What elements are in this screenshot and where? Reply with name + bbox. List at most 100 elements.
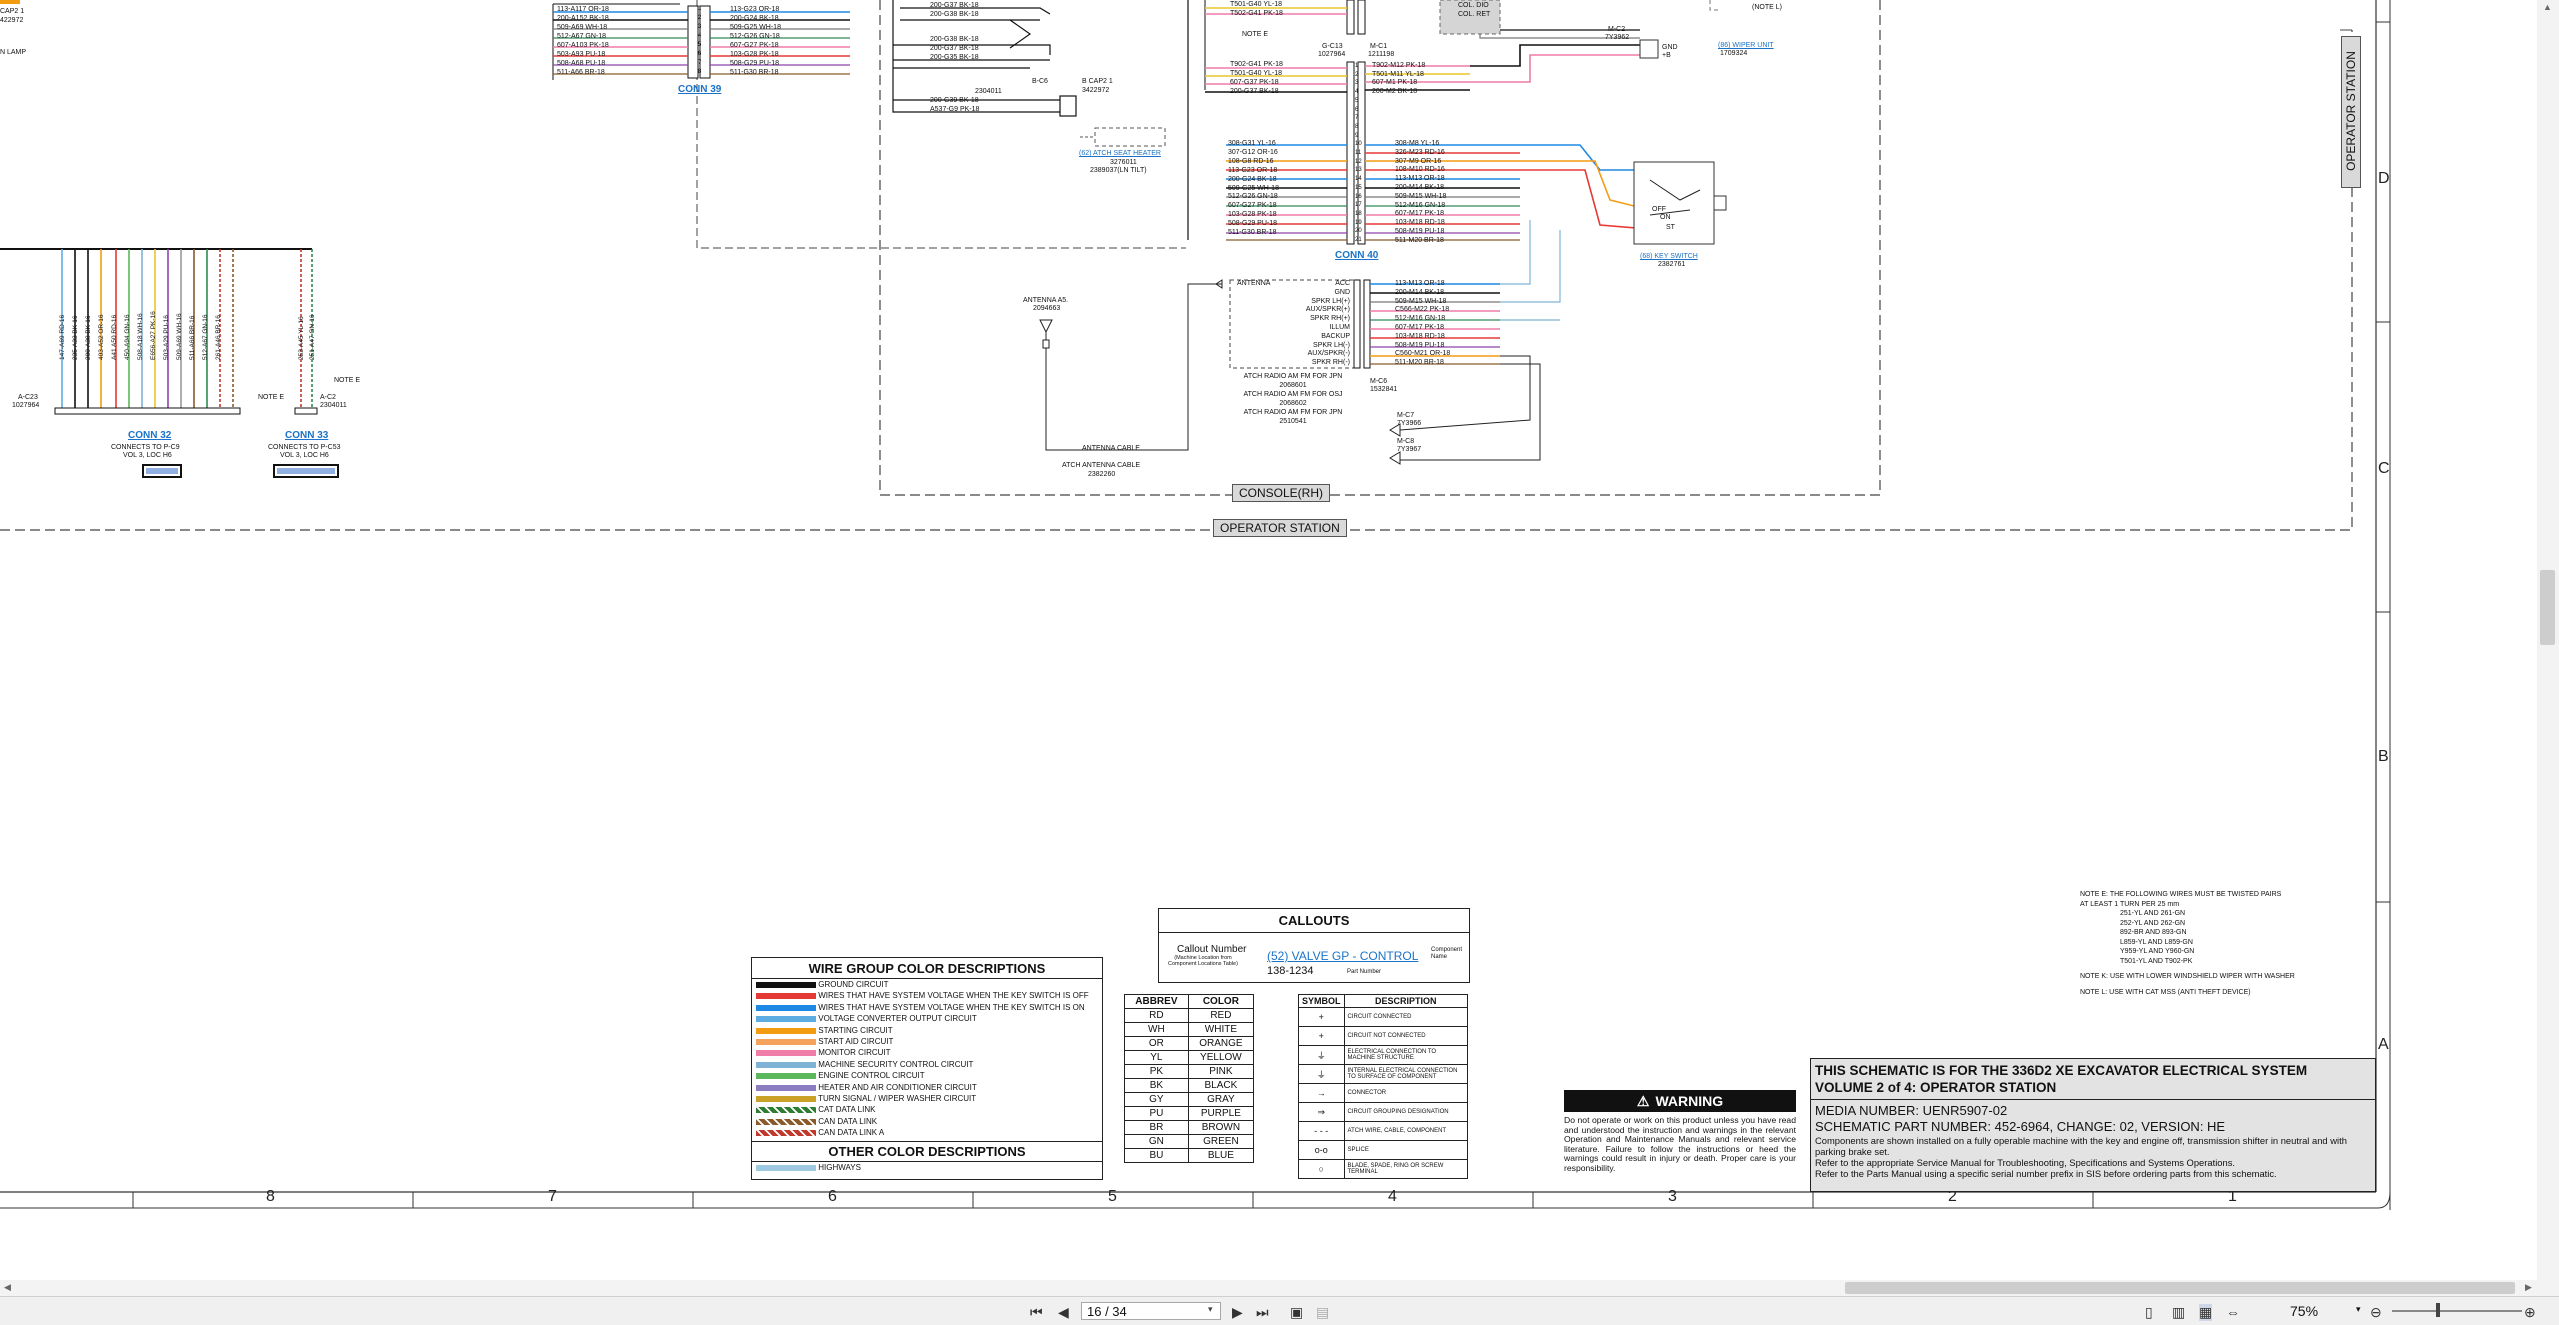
last-page-icon[interactable]: ⏭ bbox=[1256, 1304, 1269, 1321]
scroll-right-icon[interactable]: ▶ bbox=[2525, 1282, 2532, 1293]
radio-wire-labels: 113-M13 OR-18 200-M14 BK-18 509-M15 WH-18 C… bbox=[1395, 280, 1451, 367]
table-row: PK PINK bbox=[1124, 1064, 1255, 1079]
table-row: GY GRAY bbox=[1124, 1092, 1255, 1107]
table-row: BU BLUE bbox=[1124, 1148, 1255, 1163]
title-desc-2: Refer to the appropriate Service Manual … bbox=[1815, 1157, 2236, 1168]
operator-station-side-label: OPERATOR STATION bbox=[2344, 51, 2358, 171]
table-row: → CONNECTOR bbox=[1298, 1083, 1469, 1103]
scroll-left-icon[interactable]: ◀ bbox=[4, 1282, 11, 1293]
prev-page-icon[interactable]: ◀ bbox=[1058, 1304, 1069, 1321]
gnd-label: GND bbox=[1662, 44, 1678, 51]
fit-page-icon[interactable]: ⇔ bbox=[2226, 1304, 2240, 1320]
table-row: PU PURPLE bbox=[1124, 1106, 1255, 1121]
wire-legend-item: MONITOR CIRCUIT bbox=[756, 1047, 1102, 1058]
vertical-scrollbar[interactable]: ▲ bbox=[2537, 0, 2559, 1280]
ac23-label: A-C23 bbox=[18, 394, 38, 401]
wire-legend-item: CAN DATA LINK bbox=[756, 1116, 1102, 1127]
continuous-page-icon[interactable]: ▥ bbox=[2172, 1304, 2185, 1321]
next-page-icon[interactable]: ▶ bbox=[1232, 1304, 1243, 1321]
seat-heater-link[interactable]: (62) ATCH SEAT HEATER bbox=[1079, 150, 1161, 158]
wire-legend-item: START AID CIRCUIT bbox=[756, 1036, 1102, 1047]
mc8-pn: 7Y3967 bbox=[1397, 446, 1422, 453]
zoom-dropdown-chevron-icon[interactable]: ▾ bbox=[2356, 1304, 2361, 1315]
title-line-1: THIS SCHEMATIC IS FOR THE 336D2 XE EXCAV… bbox=[1815, 1063, 2308, 1078]
col-ret-label: COL. RET bbox=[1458, 11, 1491, 18]
title-desc-1: Components are shown installed on a full… bbox=[1815, 1135, 2347, 1157]
key-switch-link[interactable]: (68) KEY SWITCH bbox=[1640, 253, 1698, 261]
wire-legend-item: CAN DATA LINK A bbox=[756, 1127, 1102, 1138]
operator-station-boundary bbox=[0, 30, 2353, 531]
gc13-pn: 1027964 bbox=[1318, 51, 1346, 58]
ac2-label: A-C2 bbox=[320, 394, 336, 401]
mc2-pn: 7Y3962 bbox=[1605, 34, 1630, 41]
table-row: o-o SPLICE bbox=[1298, 1140, 1469, 1160]
conn33-link[interactable]: CONN 33 bbox=[285, 430, 328, 441]
console-rh-badge: CONSOLE(RH) bbox=[1232, 484, 1331, 502]
sample-part-number: 138-1234 bbox=[1267, 965, 1314, 977]
scroll-up-icon[interactable]: ▲ bbox=[2543, 2, 2552, 12]
symbol-header: SYMBOL bbox=[1298, 994, 1345, 1008]
table-row: OR ORANGE bbox=[1124, 1036, 1255, 1051]
antenna-symbol bbox=[1039, 319, 1080, 451]
symbol-table: SYMBOL DESCRIPTION + CIRCUIT CONNECTED + CI… bbox=[1298, 994, 1469, 1179]
note-e-sub: AT LEAST 1 TURN PER 25 mm bbox=[2080, 900, 2180, 908]
two-page-icon[interactable]: ▦ bbox=[2199, 1304, 2213, 1321]
wire-legend-item: TURN SIGNAL / WIPER WASHER CIRCUIT bbox=[756, 1093, 1102, 1104]
col-dio-label: COL. DIO bbox=[1458, 2, 1489, 9]
rotate-view-icon[interactable]: ▤ bbox=[1316, 1304, 1329, 1321]
table-row: + CIRCUIT NOT CONNECTED bbox=[1298, 1026, 1469, 1046]
zoom-in-icon[interactable]: ⊕ bbox=[2524, 1304, 2536, 1321]
vertical-scroll-thumb[interactable] bbox=[2540, 570, 2555, 645]
warning-header: ⚠ WARNING bbox=[1564, 1090, 1796, 1112]
single-page-icon[interactable]: ▯ bbox=[2145, 1304, 2153, 1321]
page-view-icon[interactable]: ▣ bbox=[1290, 1304, 1303, 1321]
wire-legend-item: CAT DATA LINK bbox=[756, 1104, 1102, 1115]
table-row: ⇒ CIRCUIT GROUPING DESIGNATION bbox=[1298, 1102, 1469, 1122]
table-row: RD RED bbox=[1124, 1008, 1255, 1023]
radio-pin-labels: ACC GND SPKR LH(+) AUX/SPKR(+) SPKR RH(+) ILL… bbox=[1305, 280, 1350, 367]
upper-mid-labels: 200-G37 BK-18 200-G38 BK-18 200-G38 BK-18 2… bbox=[930, 2, 979, 61]
wire-legend-item: MACHINE SECURITY CONTROL CIRCUIT bbox=[756, 1059, 1102, 1070]
conn39-link[interactable]: CONN 39 bbox=[678, 84, 721, 95]
other-legend-title: OTHER COLOR DESCRIPTIONS bbox=[828, 1143, 1026, 1159]
horizontal-scrollbar[interactable]: ◀ ▶ bbox=[0, 1280, 2559, 1296]
conn32-link[interactable]: CONN 32 bbox=[128, 430, 171, 441]
mc7-pn: 7Y3966 bbox=[1397, 420, 1422, 427]
key-switch-pn: 2382761 bbox=[1658, 261, 1686, 268]
title-line-2: VOLUME 2 of 4: OPERATOR STATION bbox=[1815, 1080, 2057, 1095]
conn40-pins: 1 2 3 4 5 6 7 8 9 10 11 12 13 14 15 16 17 18 19 20 21 bbox=[1355, 63, 1362, 244]
zoom-slider-track[interactable] bbox=[2392, 1310, 2522, 1312]
wiper-unit-link[interactable]: (86) WIPER UNIT bbox=[1718, 42, 1774, 50]
sample-callout-link[interactable]: (52) VALVE GP - CONTROL bbox=[1267, 949, 1418, 963]
conn40-left-top-labels: T501-G40 YL-18 T502-G41 PK-18 bbox=[1230, 1, 1283, 17]
first-page-icon[interactable]: ⏮ bbox=[1030, 1304, 1043, 1321]
seat-heater-pn2: 2389037(LN TILT) bbox=[1090, 167, 1147, 174]
wire-group-legend: WIRE GROUP COLOR DESCRIPTIONS GROUND CIR… bbox=[751, 957, 1103, 1180]
wire-legend-items: GROUND CIRCUIT WIRES THAT HAVE SYSTEM VO… bbox=[752, 979, 1102, 1139]
mc2-label: M-C2 bbox=[1608, 26, 1626, 33]
component-name-label: Component Name bbox=[1431, 947, 1463, 960]
zoom-value[interactable]: 75% bbox=[2290, 1303, 2318, 1319]
grid-col-8: 8 bbox=[266, 1188, 275, 1205]
table-row: BR BROWN bbox=[1124, 1120, 1255, 1135]
mc1-pn: 1211198 bbox=[1368, 51, 1395, 58]
conn32-vertical-labels: 147-A69 RD-16 235-A33 BK-16 200-A38 BK-16 4… bbox=[59, 311, 222, 360]
conn40-link[interactable]: CONN 40 bbox=[1335, 250, 1378, 261]
wire-legend-item: GROUND CIRCUIT bbox=[756, 979, 1102, 990]
callouts-title: CALLOUTS bbox=[1278, 913, 1350, 928]
page-number-input[interactable]: 16 / 34 bbox=[1081, 1302, 1221, 1320]
media-number: MEDIA NUMBER: UENR5907-02 bbox=[1815, 1103, 2008, 1118]
horizontal-scroll-thumb[interactable] bbox=[1845, 1282, 2515, 1294]
wire-legend-item: WIRES THAT HAVE SYSTEM VOLTAGE WHEN THE … bbox=[756, 1002, 1102, 1013]
grid-col-3: 3 bbox=[1668, 1188, 1677, 1205]
zoom-slider-thumb[interactable] bbox=[2436, 1303, 2440, 1317]
ac2-pn: 2304011 bbox=[320, 402, 347, 409]
conn32-vol: VOL 3, LOC H6 bbox=[123, 452, 172, 459]
conn33-vol: VOL 3, LOC H6 bbox=[280, 452, 329, 459]
color-header: COLOR bbox=[1187, 994, 1255, 1009]
grid-row-c: C bbox=[2378, 460, 2390, 477]
note-e-pairs: 251-YL AND 261-GN 252-YL AND 262-GN 892-BR… bbox=[2120, 910, 2195, 965]
wire-legend-item: STARTING CIRCUIT bbox=[756, 1025, 1102, 1036]
page-dropdown-chevron-icon[interactable]: ▾ bbox=[1208, 1304, 1213, 1315]
zoom-out-icon[interactable]: ⊖ bbox=[2370, 1304, 2382, 1321]
